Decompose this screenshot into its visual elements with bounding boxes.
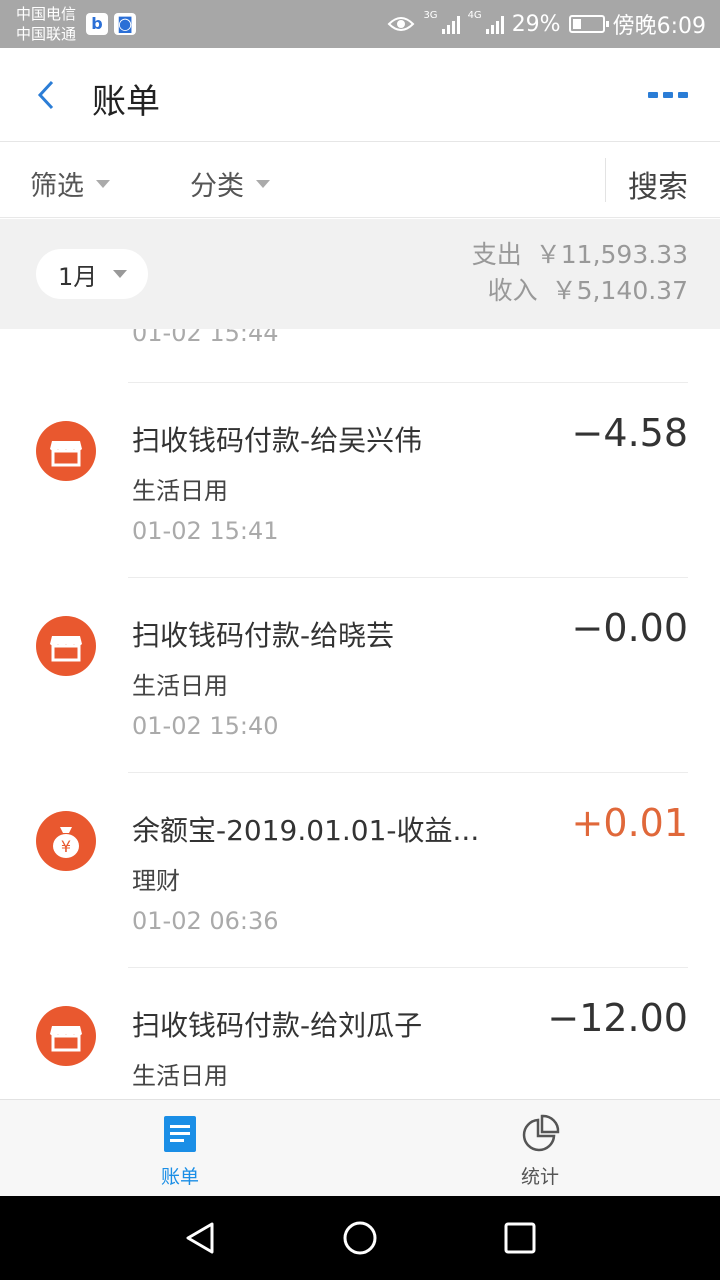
signal-icon bbox=[441, 14, 460, 34]
caret-down-icon bbox=[256, 179, 270, 188]
transaction-amount: −12.00 bbox=[547, 996, 688, 1040]
income-label: 收入 bbox=[487, 276, 538, 305]
baidu-icon: b bbox=[86, 13, 108, 35]
nav-recents-icon[interactable] bbox=[500, 1218, 540, 1258]
transaction-row[interactable]: 扫收钱码付款-给晓芸 生活日用 01-02 15:40 −0.00 bbox=[0, 578, 720, 773]
caret-down-icon bbox=[113, 270, 128, 278]
transaction-category: 理财 bbox=[132, 867, 180, 895]
money-bag-icon: ¥ bbox=[36, 811, 96, 871]
bill-list-icon bbox=[164, 1116, 196, 1152]
month-label: 1月 bbox=[58, 262, 98, 291]
carrier-2: 中国联通 bbox=[16, 25, 77, 43]
carrier-info: 中国电信 中国联通 bbox=[16, 4, 76, 44]
transaction-time: 01-02 15:41 bbox=[132, 517, 279, 545]
page-title: 账单 bbox=[92, 82, 160, 122]
expense-value: ￥11,593.33 bbox=[535, 240, 688, 269]
transaction-category: 生活日用 bbox=[132, 672, 228, 700]
month-selector[interactable]: 1月 bbox=[36, 249, 148, 299]
income-value: ￥5,140.37 bbox=[551, 276, 688, 305]
carrier-1: 中国电信 bbox=[16, 5, 77, 23]
transaction-category: 生活日用 bbox=[132, 1062, 228, 1090]
battery-percent: 29% bbox=[511, 11, 561, 37]
transaction-title: 扫收钱码付款-给刘瓜子 bbox=[132, 1009, 423, 1042]
transaction-time: 01-02 06:36 bbox=[132, 907, 279, 935]
more-options-icon[interactable] bbox=[648, 92, 688, 98]
search-button[interactable]: 搜索 bbox=[628, 162, 688, 206]
bottom-tab-bar: 账单 统计 bbox=[0, 1099, 720, 1196]
transaction-amount: +0.01 bbox=[571, 801, 688, 845]
top-app-bar: 账单 bbox=[0, 48, 720, 142]
filter-dropdown[interactable]: 筛选 bbox=[30, 164, 110, 203]
shop-icon bbox=[36, 616, 96, 676]
signal-icon-2 bbox=[485, 14, 504, 34]
system-nav-bar bbox=[0, 1196, 720, 1280]
totals: 支出 ￥11,593.33 收入 ￥5,140.37 bbox=[472, 237, 688, 309]
transaction-title: 扫收钱码付款-给吴兴伟 bbox=[132, 424, 423, 457]
transaction-row[interactable]: 扫收钱码付款-给吴兴伟 生活日用 01-02 15:41 −4.58 bbox=[0, 383, 720, 578]
back-arrow-icon[interactable] bbox=[30, 78, 64, 112]
eye-icon bbox=[388, 17, 415, 31]
tab-bills[interactable]: 账单 bbox=[120, 1114, 240, 1189]
transaction-category: 生活日用 bbox=[132, 477, 228, 505]
nav-home-icon[interactable] bbox=[340, 1218, 380, 1258]
tab-statistics-label: 统计 bbox=[520, 1166, 559, 1188]
income-total: 收入 ￥5,140.37 bbox=[472, 273, 688, 309]
shop-icon bbox=[36, 421, 96, 481]
expense-total: 支出 ￥11,593.33 bbox=[472, 237, 688, 273]
tab-statistics[interactable]: 统计 bbox=[480, 1114, 600, 1189]
transaction-list[interactable]: 01-02 15:44 扫收钱码付款-给吴兴伟 生活日用 01-02 15:41… bbox=[0, 329, 720, 1099]
divider bbox=[605, 158, 606, 202]
category-dropdown[interactable]: 分类 bbox=[190, 164, 270, 203]
transaction-title: 余额宝-2019.01.01-收益... bbox=[132, 814, 480, 847]
net-label-2: 4G bbox=[467, 10, 482, 21]
transaction-row[interactable]: 扫收钱码付款-给刘瓜子 生活日用 −12.00 bbox=[0, 968, 720, 1099]
previous-item-time: 01-02 15:44 bbox=[132, 329, 279, 347]
transaction-amount: −4.58 bbox=[571, 411, 688, 455]
status-right: 3G 4G 29% 傍晚6:09 bbox=[387, 10, 706, 39]
month-summary: 1月 支出 ￥11,593.33 收入 ￥5,140.37 bbox=[0, 219, 720, 329]
svg-text:¥: ¥ bbox=[61, 837, 71, 856]
app-notification-icon: ◙ bbox=[114, 13, 136, 35]
transaction-time: 01-02 15:40 bbox=[132, 712, 279, 740]
transaction-row[interactable]: ¥ 余额宝-2019.01.01-收益... 理财 01-02 06:36 +0… bbox=[0, 773, 720, 968]
status-bar: 中国电信 中国联通 b ◙ 3G 4G 29% 傍晚6:09 bbox=[0, 0, 720, 48]
filter-label: 筛选 bbox=[30, 171, 84, 202]
tab-bills-label: 账单 bbox=[160, 1166, 199, 1188]
transaction-amount: −0.00 bbox=[571, 606, 688, 650]
shop-icon bbox=[36, 1006, 96, 1066]
expense-label: 支出 bbox=[471, 240, 522, 269]
net-label-1: 3G bbox=[423, 10, 438, 21]
caret-down-icon bbox=[96, 179, 110, 188]
transaction-title: 扫收钱码付款-给晓芸 bbox=[132, 619, 395, 652]
pie-chart-icon bbox=[522, 1114, 560, 1152]
battery-icon bbox=[568, 15, 609, 33]
status-time: 傍晚6:09 bbox=[612, 14, 706, 39]
filter-bar: 筛选 分类 搜索 bbox=[0, 142, 720, 218]
nav-back-icon[interactable] bbox=[180, 1218, 220, 1258]
category-label: 分类 bbox=[190, 171, 244, 202]
